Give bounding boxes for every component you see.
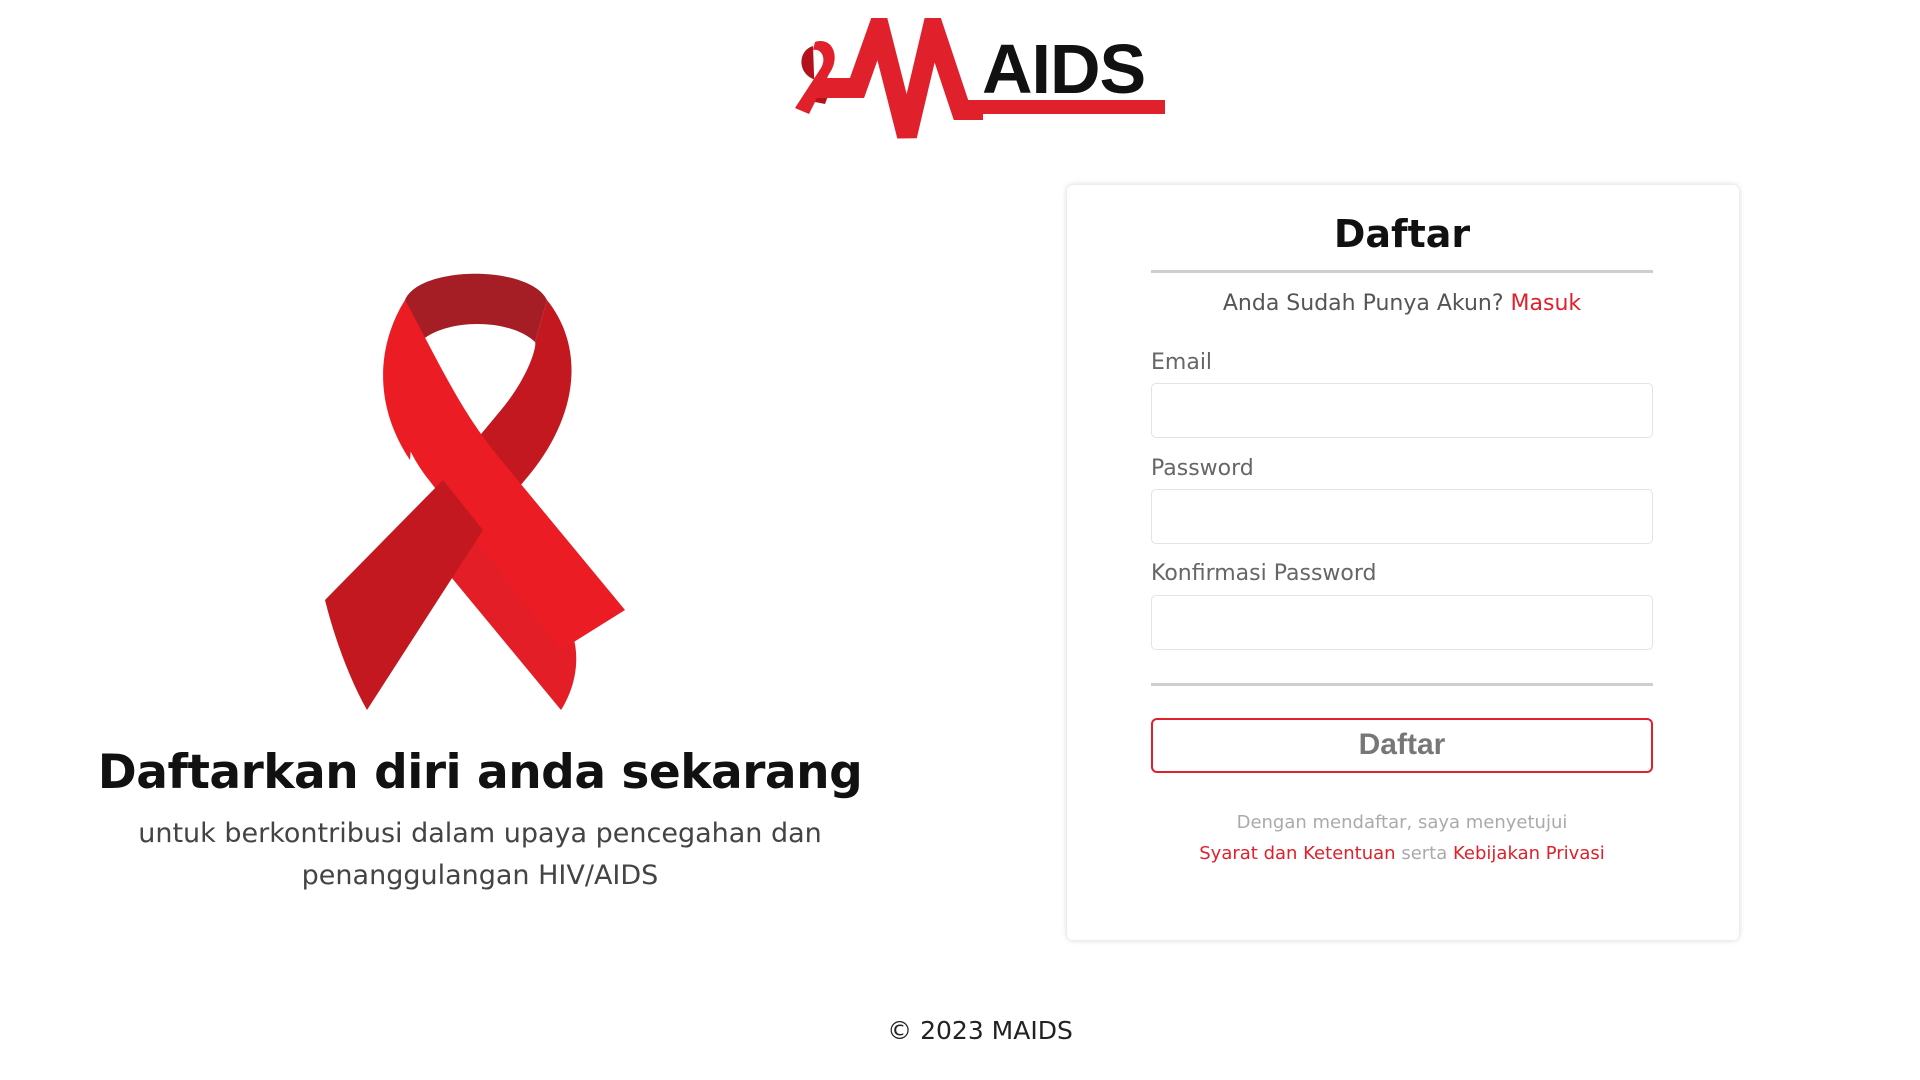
- email-label: Email: [1151, 350, 1213, 375]
- terms-prefix: Dengan mendaftar, saya menyetujui: [1236, 812, 1568, 833]
- email-field[interactable]: [1151, 383, 1653, 438]
- hero-title: Daftarkan diri anda sekarang: [97, 745, 863, 800]
- have-account-text: Anda Sudah Punya Akun?: [1222, 291, 1504, 316]
- hero-subtitle-line2: penanggulangan HIV/AIDS: [301, 860, 659, 891]
- divider: [1151, 683, 1653, 686]
- terms-link[interactable]: Syarat dan Ketentuan: [1199, 843, 1395, 864]
- register-button[interactable]: Daftar: [1151, 718, 1653, 773]
- maids-logo[interactable]: AIDS: [785, 18, 1165, 158]
- confirm-password-label: Konfirmasi Password: [1151, 561, 1377, 586]
- register-card: Daftar Anda Sudah Punya Akun? Masuk Emai…: [1067, 185, 1739, 940]
- hero-subtitle-line1: untuk berkontribusi dalam upaya pencegah…: [138, 818, 822, 849]
- red-ribbon-icon: [325, 270, 635, 710]
- have-account-prompt: Anda Sudah Punya Akun? Masuk: [1151, 291, 1653, 316]
- password-label: Password: [1151, 456, 1254, 481]
- logo-text: AIDS: [982, 30, 1146, 108]
- footer-copyright: © 2023 MAIDS: [887, 1016, 1073, 1045]
- form-title: Daftar: [1333, 212, 1471, 256]
- confirm-password-field[interactable]: [1151, 595, 1653, 650]
- divider: [1151, 270, 1653, 273]
- login-link[interactable]: Masuk: [1511, 291, 1582, 316]
- password-field[interactable]: [1151, 489, 1653, 544]
- terms-joiner: serta: [1401, 843, 1448, 864]
- hero-subtitle: untuk berkontribusi dalam upaya pencegah…: [110, 813, 850, 897]
- terms-links-line: Syarat dan Ketentuan serta Kebijakan Pri…: [1151, 838, 1653, 869]
- terms-notice: Dengan mendaftar, saya menyetujui Syarat…: [1151, 807, 1653, 869]
- register-page: AIDS Daftarkan diri anda sekarang untuk …: [0, 0, 1920, 1080]
- privacy-link[interactable]: Kebijakan Privasi: [1453, 843, 1605, 864]
